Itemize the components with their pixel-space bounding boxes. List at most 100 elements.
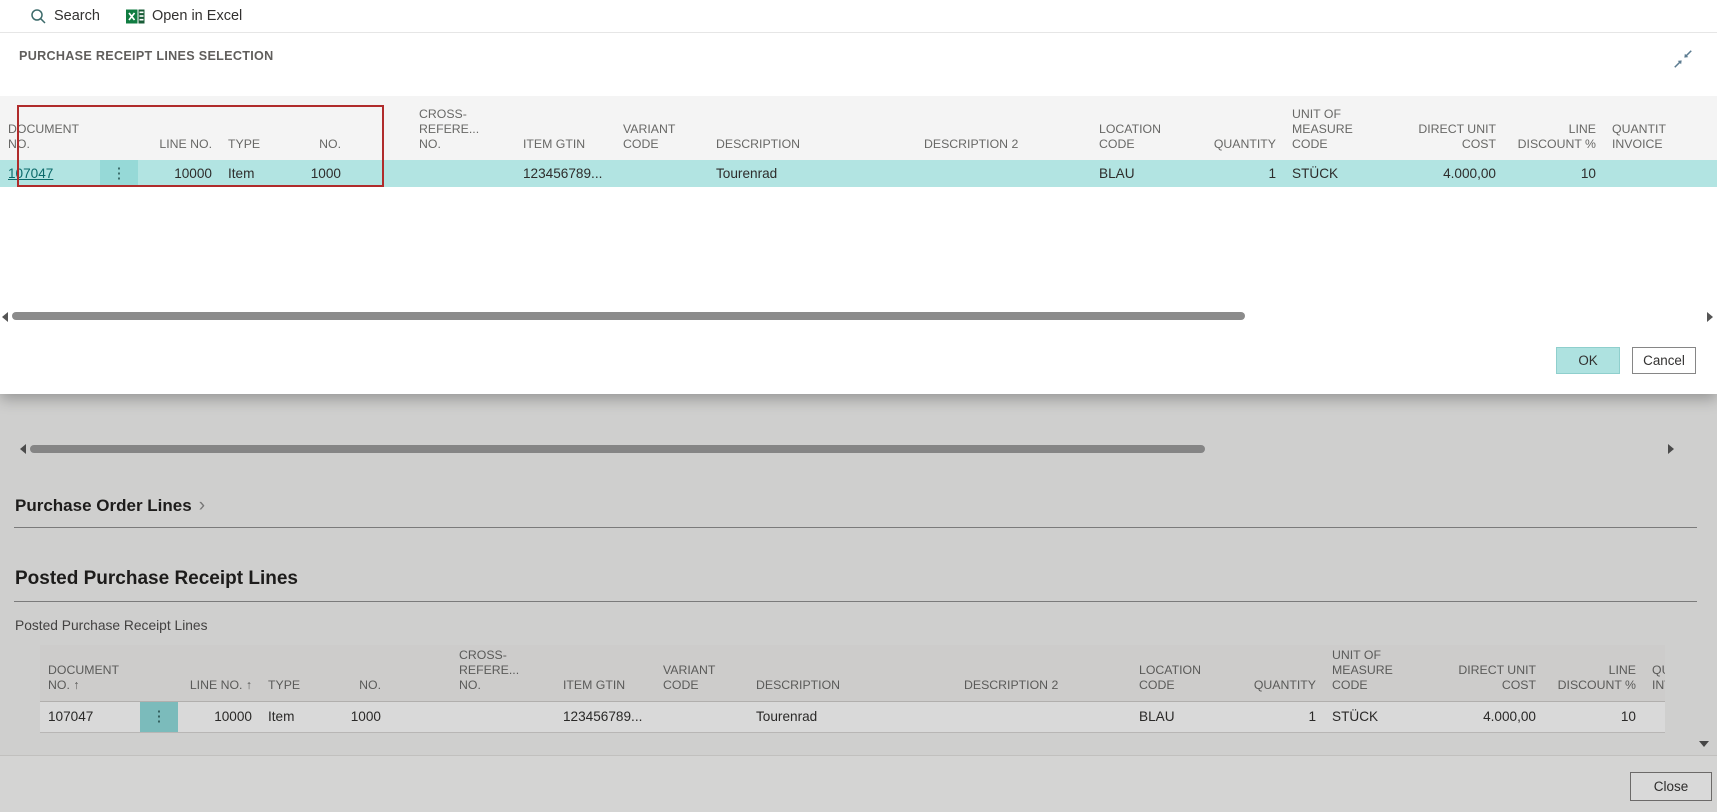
cell-type: Item xyxy=(220,160,290,187)
column-header-item-gtin[interactable]: ITEM GTIN xyxy=(515,96,615,160)
cell-variant-code xyxy=(655,701,748,732)
receipt-lines-selection-table: DOCUMENT NO. LINE NO.TYPENO.CROSS- REFERE… xyxy=(0,96,1717,187)
page: Purchase Order Lines › Posted Purchase R… xyxy=(0,0,1717,812)
background-footer xyxy=(0,755,1717,812)
column-header-document-no[interactable]: DOCUMENT NO. xyxy=(0,96,100,160)
column-header-type[interactable]: TYPE xyxy=(220,96,290,160)
row-options-button[interactable]: ⋮ xyxy=(100,166,138,181)
cell-document-no: 107047 xyxy=(0,160,100,187)
cell-description: Tourenrad xyxy=(708,160,916,187)
cell-quantity: 1 xyxy=(1220,701,1324,732)
row-options-button[interactable]: ⋮ xyxy=(140,709,178,724)
search-label: Search xyxy=(54,8,100,24)
posted-table-caption: Posted Purchase Receipt Lines xyxy=(15,618,208,633)
column-header-item-gtin[interactable]: ITEM GTIN xyxy=(555,645,655,701)
column-header-line-no[interactable]: LINE NO. ↑ xyxy=(178,645,260,701)
section-divider xyxy=(14,601,1697,602)
scrollbar-thumb[interactable] xyxy=(12,312,1245,320)
row-options-cell: ⋮ xyxy=(140,701,178,732)
column-header-quantity[interactable]: QUANTITY xyxy=(1220,645,1324,701)
column-header-document-no[interactable]: DOCUMENT NO. ↑ xyxy=(40,645,140,701)
background-horizontal-scrollbar[interactable] xyxy=(0,442,1717,456)
cell-unit-of-measure-code: STÜCK xyxy=(1284,160,1404,187)
column-header-line-discount-pct[interactable]: LINE DISCOUNT % xyxy=(1504,96,1604,160)
cell-location-code: BLAU xyxy=(1131,701,1220,732)
column-header-unit-of-measure-code[interactable]: UNIT OF MEASURE CODE xyxy=(1324,645,1444,701)
cell-location-code: BLAU xyxy=(1091,160,1180,187)
cell-type: Item xyxy=(260,701,330,732)
table-row[interactable]: 107047 ⋮10000Item1000 123456789... Tourenra… xyxy=(0,160,1717,187)
scroll-right-icon[interactable] xyxy=(1707,312,1713,322)
cell-item-gtin: 123456789... xyxy=(555,701,655,732)
column-header-type[interactable]: TYPE xyxy=(260,645,330,701)
header-row: DOCUMENT NO. ↑ LINE NO. ↑TYPENO.CROSS- RE… xyxy=(40,645,1665,701)
table-row[interactable]: 107047⋮10000Item1000 123456789... Tourenra… xyxy=(40,701,1665,732)
scroll-left-icon[interactable] xyxy=(20,444,26,454)
header-row: DOCUMENT NO. LINE NO.TYPENO.CROSS- REFERE… xyxy=(0,96,1717,160)
cell-direct-unit-cost: 4.000,00 xyxy=(1404,160,1504,187)
column-header-cross-reference-no[interactable]: CROSS- REFERE... NO. xyxy=(411,96,515,160)
cell-cross-reference-no xyxy=(451,701,555,732)
posted-receipt-lines-table: DOCUMENT NO. ↑ LINE NO. ↑TYPENO.CROSS- RE… xyxy=(40,645,1665,733)
column-header-quantity-invoiced[interactable]: QUANTIT INVOICE xyxy=(1604,96,1717,160)
column-header-description[interactable]: DESCRIPTION xyxy=(748,645,956,701)
column-header-quantity[interactable]: QUANTITY xyxy=(1180,96,1284,160)
cell-no: 1000 xyxy=(330,701,451,732)
scroll-down-icon[interactable] xyxy=(1699,741,1709,747)
cell-cross-reference-no xyxy=(411,160,515,187)
column-header-row-menu[interactable] xyxy=(140,645,178,701)
cell-line-discount-pct: 10 xyxy=(1544,701,1644,732)
column-header-description[interactable]: DESCRIPTION xyxy=(708,96,916,160)
column-header-direct-unit-cost[interactable]: DIRECT UNIT COST xyxy=(1404,96,1504,160)
column-header-direct-unit-cost[interactable]: DIRECT UNIT COST xyxy=(1444,645,1544,701)
column-header-variant-code[interactable]: VARIANT CODE xyxy=(655,645,748,701)
cell-quantity: 1 xyxy=(1180,160,1284,187)
row-options-cell: ⋮ xyxy=(100,160,138,187)
column-header-line-discount-pct[interactable]: LINE DISCOUNT % xyxy=(1544,645,1644,701)
cell-document-no: 107047 xyxy=(40,701,140,732)
cell-variant-code xyxy=(615,160,708,187)
scrollbar-thumb[interactable] xyxy=(30,445,1205,453)
column-header-variant-code[interactable]: VARIANT CODE xyxy=(615,96,708,160)
dialog-title: PURCHASE RECEIPT LINES SELECTION xyxy=(19,49,274,63)
cell-item-gtin: 123456789... xyxy=(515,160,615,187)
open-in-excel-action[interactable]: Open in Excel xyxy=(126,8,242,25)
column-header-line-no[interactable]: LINE NO. xyxy=(138,96,220,160)
open-in-excel-label: Open in Excel xyxy=(152,8,242,24)
purchase-order-lines-heading[interactable]: Purchase Order Lines › xyxy=(15,495,205,517)
purchase-order-lines-title: Purchase Order Lines xyxy=(15,496,192,516)
cell-description-2 xyxy=(956,701,1131,732)
ok-button[interactable]: OK xyxy=(1556,347,1620,374)
column-header-no[interactable]: NO. xyxy=(330,645,451,701)
cell-quantity-invoiced xyxy=(1644,701,1665,732)
column-header-row-menu[interactable] xyxy=(100,96,138,160)
cell-direct-unit-cost: 4.000,00 xyxy=(1444,701,1544,732)
cell-description: Tourenrad xyxy=(748,701,956,732)
cell-no: 1000 xyxy=(290,160,411,187)
posted-purchase-receipt-lines-heading: Posted Purchase Receipt Lines xyxy=(15,568,298,590)
background-page: Purchase Order Lines › Posted Purchase R… xyxy=(0,394,1717,812)
column-header-description-2[interactable]: DESCRIPTION 2 xyxy=(956,645,1131,701)
column-header-cross-reference-no[interactable]: CROSS- REFERE... NO. xyxy=(451,645,555,701)
cell-line-no: 10000 xyxy=(178,701,260,732)
cell-description-2 xyxy=(916,160,1091,187)
search-action[interactable]: Search xyxy=(30,8,100,25)
column-header-quantity-invoiced[interactable]: QUANTIT INVOICE xyxy=(1644,645,1665,701)
column-header-unit-of-measure-code[interactable]: UNIT OF MEASURE CODE xyxy=(1284,96,1404,160)
cell-quantity-invoiced xyxy=(1604,160,1717,187)
document-no-link[interactable]: 107047 xyxy=(8,166,53,181)
column-header-description-2[interactable]: DESCRIPTION 2 xyxy=(916,96,1091,160)
search-icon xyxy=(30,8,47,25)
column-header-no[interactable]: NO. xyxy=(290,96,411,160)
close-button[interactable]: Close xyxy=(1630,772,1712,801)
cancel-button[interactable]: Cancel xyxy=(1632,347,1696,374)
column-header-location-code[interactable]: LOCATION CODE xyxy=(1091,96,1180,160)
dialog-horizontal-scrollbar[interactable] xyxy=(0,309,1717,323)
scroll-left-icon[interactable] xyxy=(2,312,8,322)
cell-line-no: 10000 xyxy=(138,160,220,187)
collapse-dialog-button[interactable] xyxy=(1672,48,1698,74)
purchase-receipt-lines-selection-dialog: Search Open in Excel PURCHASE RECEIPT LI… xyxy=(0,0,1717,394)
cell-unit-of-measure-code: STÜCK xyxy=(1324,701,1444,732)
column-header-location-code[interactable]: LOCATION CODE xyxy=(1131,645,1220,701)
scroll-right-icon[interactable] xyxy=(1668,444,1674,454)
